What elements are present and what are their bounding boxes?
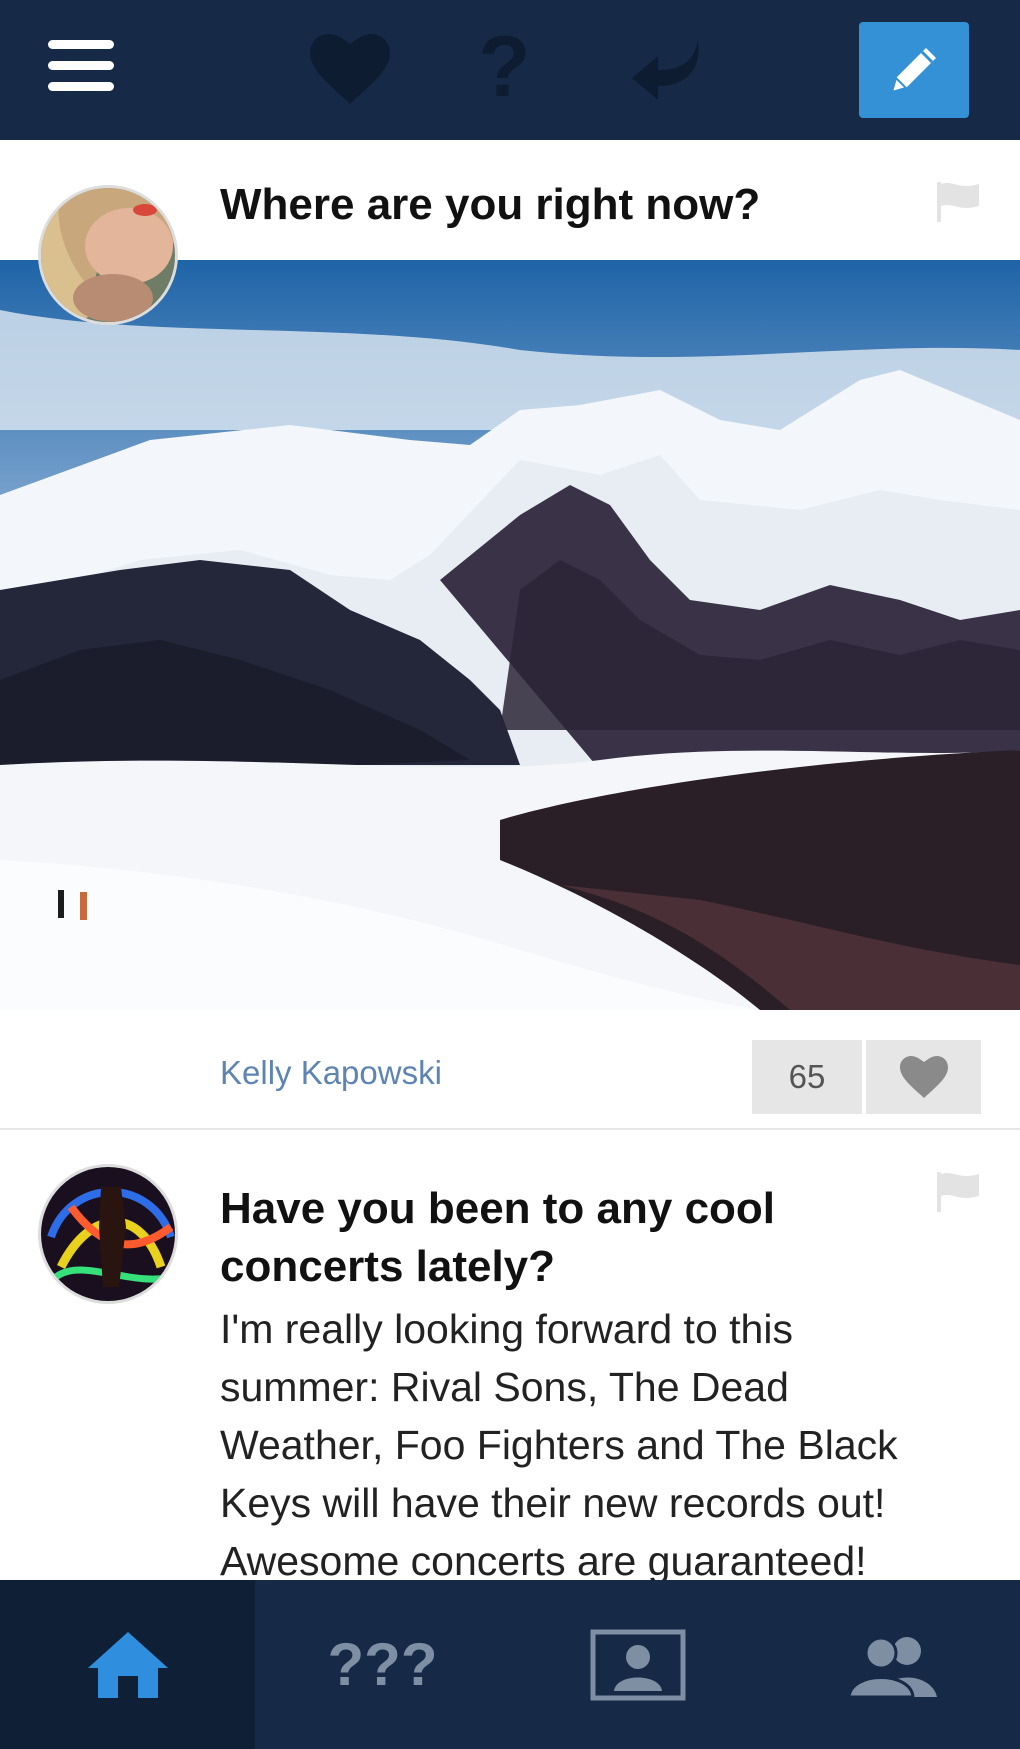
heart-icon[interactable] [310,34,390,109]
tab-home[interactable] [0,1580,255,1749]
flag-icon[interactable] [935,180,981,229]
bottom-tab-bar: ??? [0,1580,1020,1749]
friends-icon [846,1636,937,1697]
profile-card-icon [590,1629,685,1700]
post-card: Have you been to any cool concerts latel… [0,1130,1020,1580]
home-icon [87,1631,168,1698]
post-body: I'm really looking forward to this summe… [220,1306,898,1580]
like-count: 65 [752,1040,862,1114]
question-mark-icon[interactable]: ? [478,24,531,110]
post-footer: Kelly Kapowski 65 [0,1010,1020,1130]
feed: Where are you right now? Kelly Kapowski … [0,140,1020,1580]
post-title[interactable]: Have you been to any cool concerts latel… [220,1180,860,1296]
avatar[interactable] [38,185,178,325]
tab-questions[interactable]: ??? [255,1580,510,1749]
compose-button[interactable] [859,22,969,118]
flag-icon[interactable] [935,1170,981,1219]
heart-icon [899,1056,948,1098]
author-link[interactable]: Kelly Kapowski [220,1054,442,1092]
pencil-icon [890,48,936,94]
reply-arrow-icon[interactable] [628,34,708,109]
post-photo[interactable] [0,260,1020,1010]
tab-profile[interactable] [510,1580,765,1749]
avatar[interactable] [38,1164,178,1304]
post-title[interactable]: Where are you right now? [220,180,760,230]
top-navigation-bar: ? [0,0,1020,140]
hamburger-menu-icon[interactable] [48,40,114,96]
tab-friends[interactable] [765,1580,1020,1749]
like-button[interactable] [866,1040,981,1114]
